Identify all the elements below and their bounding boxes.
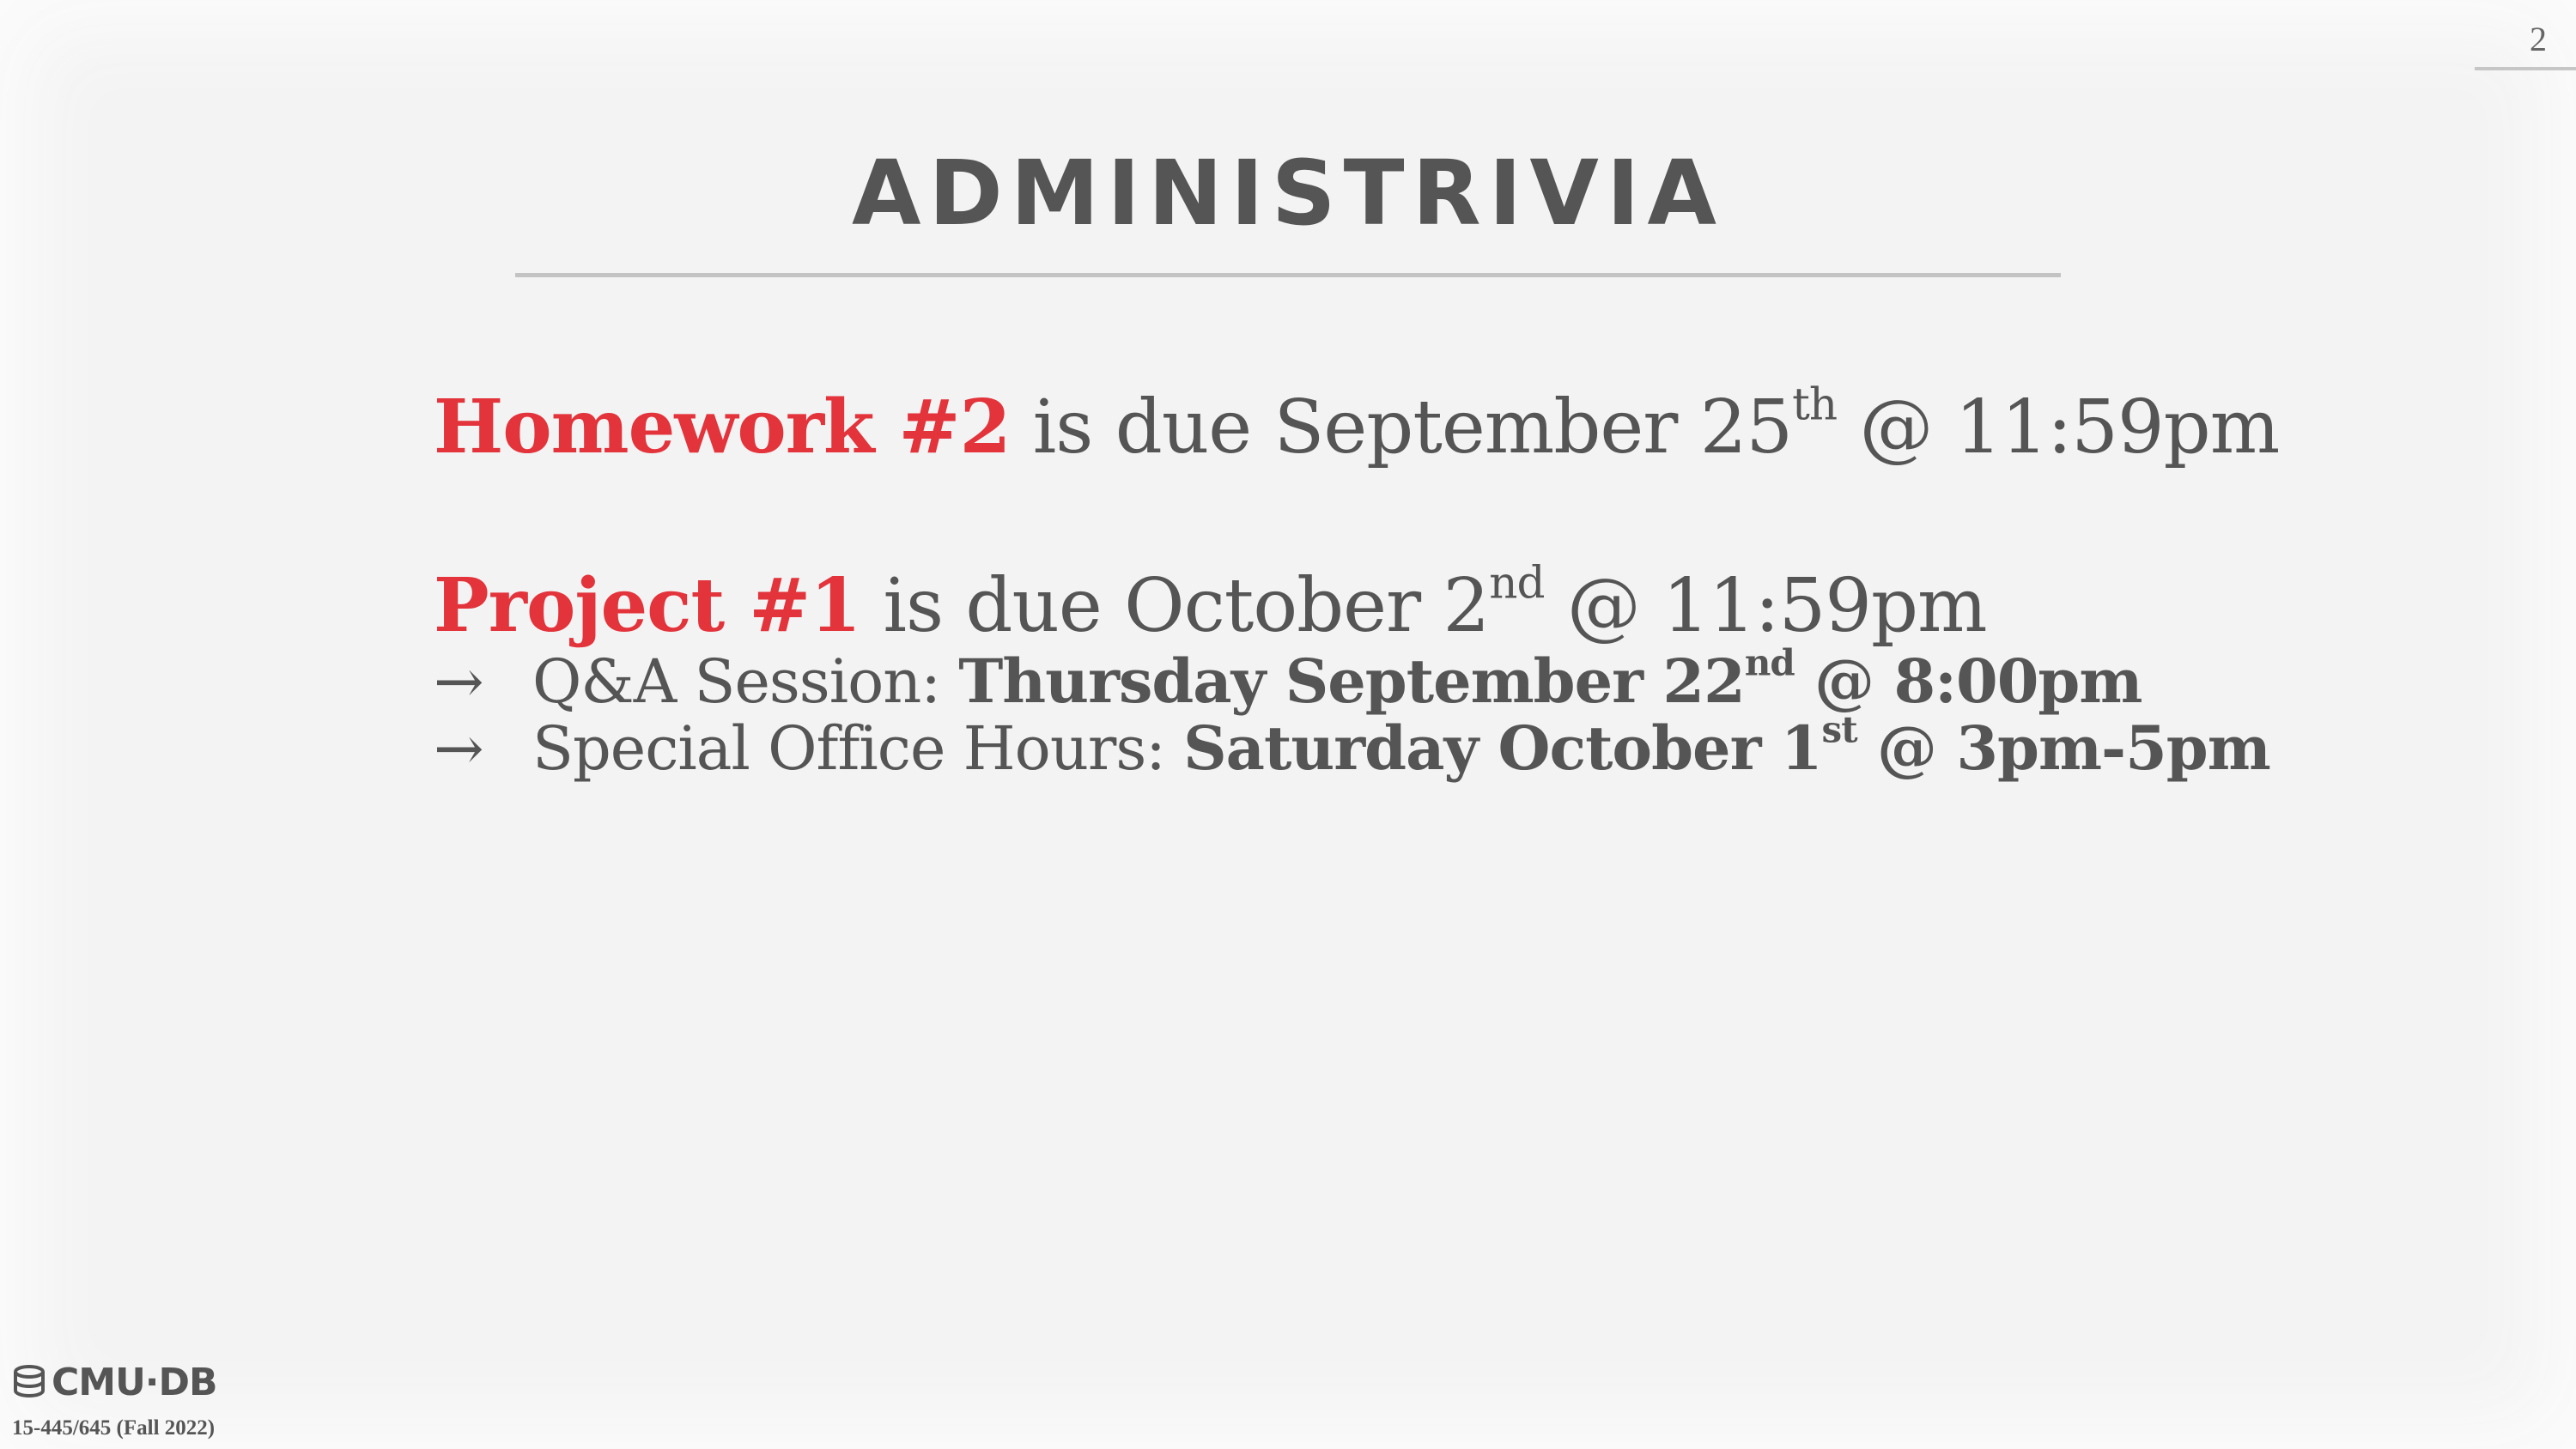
slide-title: ADMINISTRIVIA — [851, 141, 1725, 246]
logo-text: CMU·DB — [52, 1361, 218, 1404]
project-text: is due October 2 — [860, 563, 1490, 650]
homework-line: Homework #2 is due September 25th @ 11:5… — [434, 383, 2409, 470]
arrow-icon: → — [434, 646, 484, 717]
course-label: 15-445/645 (Fall 2022) — [12, 1416, 216, 1440]
database-icon — [12, 1364, 46, 1402]
title-underline — [515, 273, 2061, 277]
homework-text: is due September 25 — [1010, 385, 1793, 470]
qa-session-prefix: Q&A Session: — [532, 646, 959, 717]
slide-content: Homework #2 is due September 25th @ 11:5… — [434, 383, 2409, 785]
page-number-rule — [2475, 67, 2576, 70]
project-sup: nd — [1489, 557, 1545, 609]
cmu-db-logo: CMU·DB — [12, 1361, 218, 1404]
project-line: Project #1 is due October 2nd @ 11:59pm — [434, 561, 2409, 650]
office-hours-prefix: Special Office Hours: — [532, 713, 1184, 785]
qa-session-time: @ 8:00pm — [1794, 645, 2142, 717]
homework-sup: th — [1792, 379, 1838, 431]
office-hours-date: Saturday October 1 — [1183, 712, 1822, 785]
office-hours-sup: st — [1821, 708, 1858, 751]
qa-session-date: Thursday September 22 — [958, 645, 1746, 717]
office-hours-line: → Special Office Hours: Saturday October … — [434, 712, 2409, 785]
arrow-icon: → — [434, 713, 484, 785]
homework-label: Homework #2 — [434, 384, 1011, 470]
slide: 2 ADMINISTRIVIA Homework #2 is due Septe… — [0, 0, 2576, 1449]
project-label: Project #1 — [434, 562, 861, 650]
homework-tail: @ 11:59pm — [1837, 385, 2280, 470]
project-tail: @ 11:59pm — [1544, 563, 1988, 650]
qa-session-sup: nd — [1744, 641, 1795, 684]
office-hours-time: @ 3pm-5pm — [1856, 712, 2271, 785]
page-number: 2 — [2530, 20, 2547, 58]
qa-session-line: → Q&A Session: Thursday September 22nd @ … — [434, 645, 2409, 717]
